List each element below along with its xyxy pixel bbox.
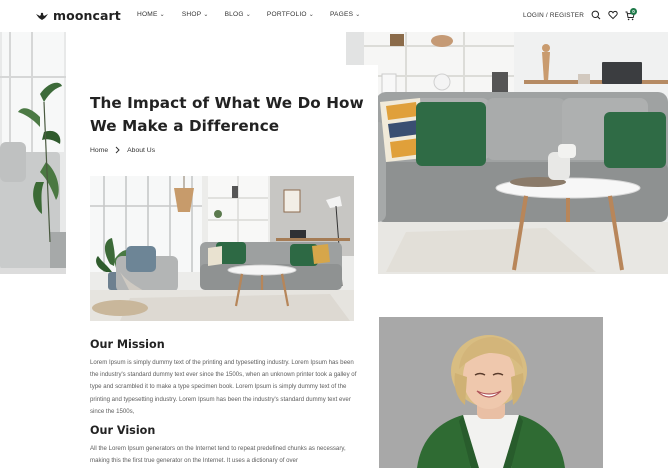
nav-home-label: HOME [137, 11, 158, 18]
team-member-portrait [379, 317, 603, 468]
nav-pages-label: PAGES [329, 11, 354, 18]
breadcrumb-current: About Us [127, 146, 156, 154]
nav-blog-label: BLOG [224, 11, 244, 18]
logo-text: mooncart [53, 8, 121, 23]
search-icon[interactable] [591, 10, 601, 20]
main-nav: HOME ⌄ SHOP ⌄ BLOG ⌄ PORTFOLIO ⌄ PAGES ⌄ [137, 11, 360, 18]
logo[interactable]: mooncart [35, 8, 121, 23]
background-photo-right [346, 32, 668, 274]
login-register-link[interactable]: LOGIN / REGISTER [523, 12, 584, 19]
mission-heading: Our Mission [90, 338, 165, 351]
chevron-down-icon: ⌄ [308, 11, 314, 18]
breadcrumb-home-link[interactable]: Home [90, 147, 108, 154]
vision-text: All the Lorem Ipsum generators on the In… [90, 445, 346, 465]
chevron-down-icon: ⌄ [203, 11, 209, 18]
nav-shop-label: SHOP [181, 11, 202, 18]
breadcrumb: Home About Us [90, 146, 155, 154]
page-title: The Impact of What We Do How We Make a D… [90, 94, 364, 135]
chevron-right-icon [115, 146, 120, 154]
chevron-down-icon: ⌄ [159, 11, 165, 18]
nav-portfolio[interactable]: PORTFOLIO ⌄ [267, 11, 314, 18]
cart-count-badge: 0 [630, 8, 637, 15]
logo-bird-icon [36, 12, 48, 20]
nav-pages[interactable]: PAGES ⌄ [330, 11, 360, 18]
site-header: mooncart HOME ⌄ SHOP ⌄ BLOG ⌄ PORTFOLIO … [0, 0, 668, 32]
background-photo-left [0, 32, 66, 274]
nav-shop[interactable]: SHOP ⌄ [182, 11, 209, 18]
wishlist-heart-icon[interactable] [608, 10, 618, 20]
living-room-image [90, 176, 354, 321]
nav-portfolio-label: PORTFOLIO [266, 11, 307, 18]
chevron-down-icon: ⌄ [355, 11, 361, 18]
about-page: mooncart HOME ⌄ SHOP ⌄ BLOG ⌄ PORTFOLIO … [0, 0, 668, 468]
nav-blog[interactable]: BLOG ⌄ [225, 11, 251, 18]
mission-text: Lorem Ipsum is simply dummy text of the … [90, 359, 357, 415]
vision-heading: Our Vision [90, 424, 156, 437]
chevron-down-icon: ⌄ [245, 11, 251, 18]
nav-home[interactable]: HOME ⌄ [137, 11, 165, 18]
